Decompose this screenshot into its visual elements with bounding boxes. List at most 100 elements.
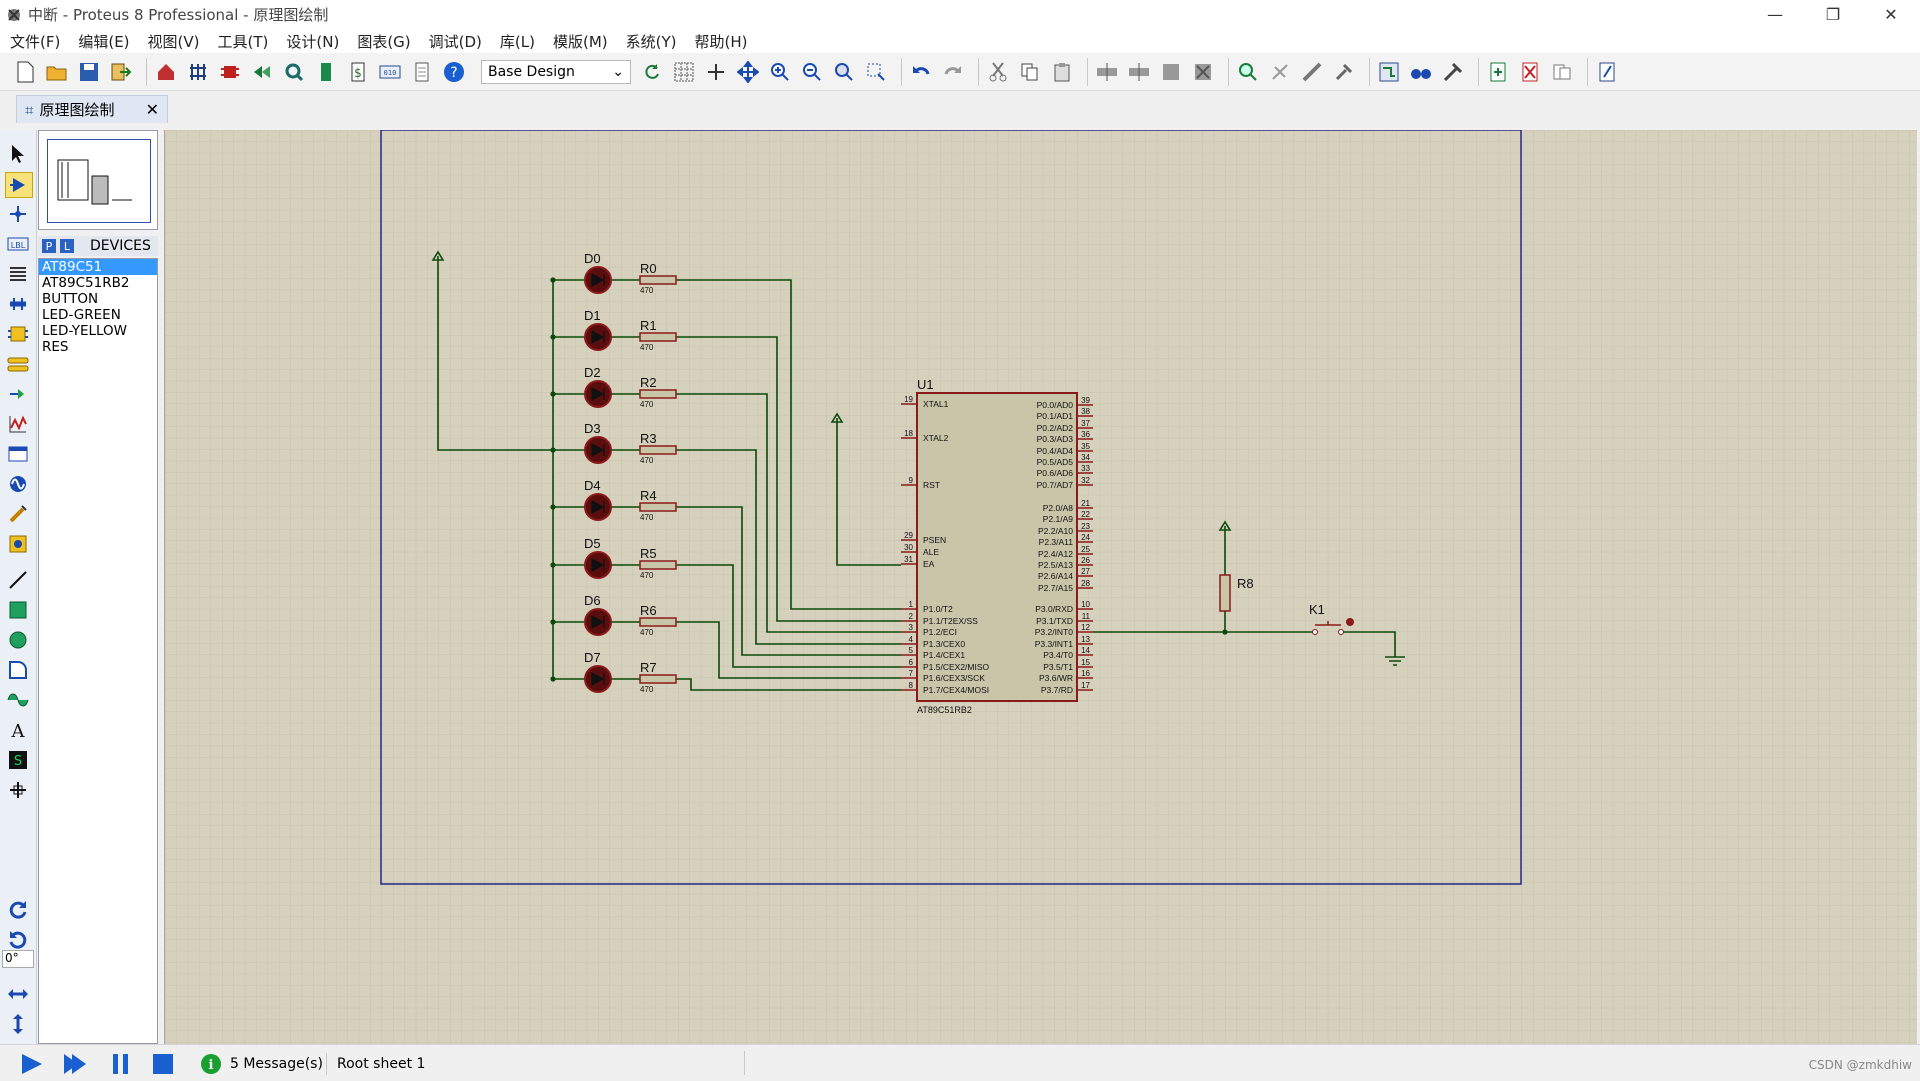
- save-icon[interactable]: [76, 58, 102, 86]
- pick-device-icon[interactable]: [1235, 58, 1261, 86]
- device-pins-icon[interactable]: [5, 382, 31, 406]
- bus-icon[interactable]: [5, 292, 31, 316]
- arc-2d-icon[interactable]: [5, 658, 31, 682]
- menu-template[interactable]: 模版(M): [543, 31, 616, 52]
- list-item[interactable]: AT89C51: [39, 259, 157, 275]
- step-button[interactable]: [62, 1053, 90, 1075]
- new-file-icon[interactable]: [12, 58, 38, 86]
- packaging-tool-icon[interactable]: [1299, 58, 1325, 86]
- list-item[interactable]: RES: [39, 339, 157, 355]
- rotation-angle-field[interactable]: 0°: [2, 950, 34, 968]
- schematic-icon[interactable]: [185, 58, 211, 86]
- menu-view[interactable]: 视图(V): [138, 31, 208, 52]
- list-item[interactable]: BUTTON: [39, 291, 157, 307]
- undo-icon[interactable]: [908, 58, 934, 86]
- virtual-instruments-icon[interactable]: [5, 532, 31, 556]
- mirror-horizontal-icon[interactable]: [5, 982, 31, 1006]
- selection-mode-icon[interactable]: [5, 142, 31, 166]
- block-rotate-icon[interactable]: [1158, 58, 1184, 86]
- list-item[interactable]: AT89C51RB2: [39, 275, 157, 291]
- 3d-viewer-icon[interactable]: [249, 58, 275, 86]
- line-2d-icon[interactable]: [5, 568, 31, 592]
- zoom-all-icon[interactable]: [831, 58, 857, 86]
- block-delete-icon[interactable]: [1190, 58, 1216, 86]
- paste-icon[interactable]: [1049, 58, 1075, 86]
- list-item[interactable]: LED-GREEN: [39, 307, 157, 323]
- cut-icon[interactable]: [985, 58, 1011, 86]
- marker-2d-icon[interactable]: [5, 778, 31, 802]
- close-window-button[interactable]: ✕: [1862, 0, 1920, 29]
- rotate-clockwise-icon[interactable]: [5, 898, 31, 922]
- menu-library[interactable]: 库(L): [490, 31, 543, 52]
- notes-icon[interactable]: [409, 58, 435, 86]
- gerber-viewer-icon[interactable]: [281, 58, 307, 86]
- wire-autorouter-icon[interactable]: [1376, 58, 1402, 86]
- stop-button[interactable]: [152, 1053, 174, 1075]
- pick-devices-button[interactable]: P: [42, 239, 56, 253]
- overview-window[interactable]: [38, 130, 158, 230]
- pan-icon[interactable]: [735, 58, 761, 86]
- decompose-icon[interactable]: [1331, 58, 1357, 86]
- menu-design[interactable]: 设计(N): [276, 31, 347, 52]
- property-tool-icon[interactable]: [1440, 58, 1466, 86]
- copy-icon[interactable]: [1017, 58, 1043, 86]
- symbol-2d-icon[interactable]: S: [5, 748, 31, 772]
- zoom-area-icon[interactable]: [863, 58, 889, 86]
- circle-2d-icon[interactable]: [5, 628, 31, 652]
- terminals-mode-icon[interactable]: [5, 352, 31, 376]
- origin-icon[interactable]: [703, 58, 729, 86]
- path-2d-icon[interactable]: [5, 688, 31, 712]
- zoom-out-icon[interactable]: [799, 58, 825, 86]
- menu-file[interactable]: 文件(F): [0, 31, 68, 52]
- text-2d-icon[interactable]: A: [5, 718, 31, 742]
- play-button[interactable]: [20, 1053, 46, 1075]
- schematic-canvas[interactable]: D0 R0 470 D1 R1 470 D2 R2 470 D3 R3 470 D4 R4 470 D5 R5 4…: [164, 130, 1917, 1044]
- mirror-vertical-icon[interactable]: [5, 1012, 31, 1036]
- remove-sheet-icon[interactable]: [1517, 58, 1543, 86]
- pause-button[interactable]: [110, 1053, 132, 1075]
- menu-help[interactable]: 帮助(H): [685, 31, 756, 52]
- menu-debug[interactable]: 调试(D): [419, 31, 490, 52]
- messages-indicator[interactable]: i 5 Message(s): [200, 1053, 323, 1075]
- pcb-layout-icon[interactable]: [217, 58, 243, 86]
- block-copy-icon[interactable]: [1094, 58, 1120, 86]
- minimize-button[interactable]: —: [1746, 0, 1804, 29]
- generator-mode-icon[interactable]: [5, 472, 31, 496]
- menu-tools[interactable]: 工具(T): [208, 31, 277, 52]
- tab-close-icon[interactable]: ✕: [146, 100, 159, 119]
- list-item[interactable]: LED-YELLOW: [39, 323, 157, 339]
- source-code-icon[interactable]: 010: [377, 58, 403, 86]
- schematic-drawing[interactable]: D0 R0 470 D1 R1 470 D2 R2 470 D3 R3 470 D4 R4 470 D5 R5 4…: [165, 130, 1917, 1044]
- subcircuit-icon[interactable]: [5, 322, 31, 346]
- component-mode-icon[interactable]: [5, 172, 33, 198]
- menu-edit[interactable]: 编辑(E): [68, 31, 137, 52]
- design-notes-icon[interactable]: [1594, 58, 1620, 86]
- refresh-icon[interactable]: [639, 58, 665, 86]
- box-2d-icon[interactable]: [5, 598, 31, 622]
- bill-of-materials-icon[interactable]: $: [345, 58, 371, 86]
- new-sheet-icon[interactable]: [1485, 58, 1511, 86]
- library-manager-button[interactable]: L: [60, 239, 74, 253]
- exit-to-parent-icon[interactable]: [1549, 58, 1575, 86]
- design-explorer-icon[interactable]: [313, 58, 339, 86]
- voltage-probe-icon[interactable]: [5, 502, 31, 526]
- text-script-icon[interactable]: [5, 262, 31, 286]
- search-tag-icon[interactable]: [1408, 58, 1434, 86]
- menu-graph[interactable]: 图表(G): [347, 31, 418, 52]
- grid-toggle-icon[interactable]: [671, 58, 697, 86]
- junction-dot-icon[interactable]: [5, 202, 31, 226]
- tab-schematic-capture[interactable]: ⌗ 原理图绘制 ✕: [16, 95, 168, 123]
- wire-label-icon[interactable]: LBL: [5, 232, 31, 256]
- design-variant-select[interactable]: Base Design ⌄: [481, 59, 631, 84]
- import-icon[interactable]: [108, 58, 134, 86]
- rotate-anticlockwise-icon[interactable]: [5, 928, 31, 952]
- restore-button[interactable]: ❐: [1804, 0, 1862, 29]
- menu-system[interactable]: 系统(Y): [616, 31, 685, 52]
- open-folder-icon[interactable]: [44, 58, 70, 86]
- graph-mode-icon[interactable]: [5, 412, 31, 436]
- block-move-icon[interactable]: [1126, 58, 1152, 86]
- home-icon[interactable]: [153, 58, 179, 86]
- help-icon[interactable]: ?: [441, 58, 467, 86]
- make-device-icon[interactable]: [1267, 58, 1293, 86]
- tape-recorder-icon[interactable]: [5, 442, 31, 466]
